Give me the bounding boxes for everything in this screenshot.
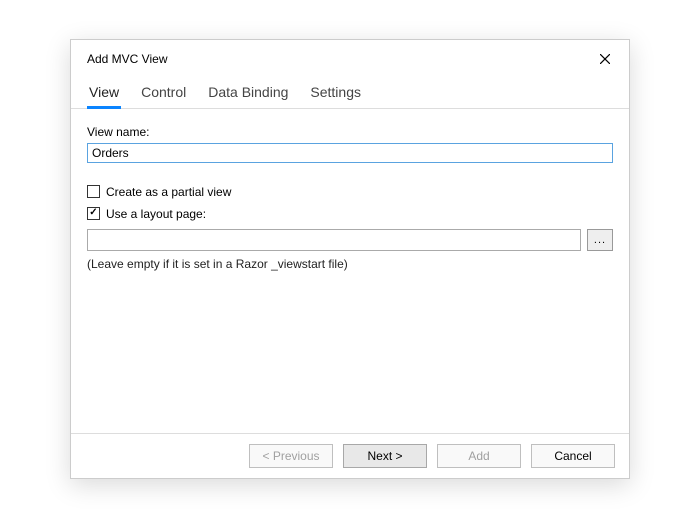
layout-path-input[interactable] <box>87 229 581 251</box>
partial-view-label: Create as a partial view <box>106 183 231 201</box>
close-button[interactable] <box>591 48 619 70</box>
tab-data-binding-label: Data Binding <box>208 84 288 100</box>
use-layout-checkbox[interactable] <box>87 207 100 220</box>
add-button[interactable]: Add <box>437 444 521 468</box>
dialog-window: Add MVC View View Control Data Binding S… <box>70 39 630 479</box>
browse-button-label: ... <box>594 234 606 246</box>
use-layout-label: Use a layout page: <box>106 205 206 223</box>
previous-button-label: < Previous <box>262 449 319 463</box>
tab-data-binding[interactable]: Data Binding <box>206 80 290 108</box>
partial-view-row: Create as a partial view <box>87 183 613 201</box>
dialog-title: Add MVC View <box>87 52 167 66</box>
view-name-input[interactable] <box>87 143 613 163</box>
use-layout-row: Use a layout page: <box>87 205 613 223</box>
dialog-footer: < Previous Next > Add Cancel <box>71 433 629 478</box>
view-name-label: View name: <box>87 125 613 139</box>
content-area: View name: Create as a partial view Use … <box>71 109 629 433</box>
previous-button[interactable]: < Previous <box>249 444 333 468</box>
tab-bar: View Control Data Binding Settings <box>71 74 629 109</box>
tab-settings[interactable]: Settings <box>308 80 363 108</box>
cancel-button-label: Cancel <box>554 449 591 463</box>
layout-hint: (Leave empty if it is set in a Razor _vi… <box>87 257 613 271</box>
titlebar: Add MVC View <box>71 40 629 74</box>
close-icon <box>600 54 610 64</box>
partial-view-checkbox[interactable] <box>87 185 100 198</box>
add-button-label: Add <box>468 449 489 463</box>
cancel-button[interactable]: Cancel <box>531 444 615 468</box>
next-button-label: Next > <box>367 449 402 463</box>
tab-view-label: View <box>89 84 119 100</box>
browse-button[interactable]: ... <box>587 229 613 251</box>
tab-control-label: Control <box>141 84 186 100</box>
tab-view[interactable]: View <box>87 80 121 108</box>
layout-path-row: ... <box>87 229 613 251</box>
tab-control[interactable]: Control <box>139 80 188 108</box>
tab-settings-label: Settings <box>310 84 361 100</box>
next-button[interactable]: Next > <box>343 444 427 468</box>
